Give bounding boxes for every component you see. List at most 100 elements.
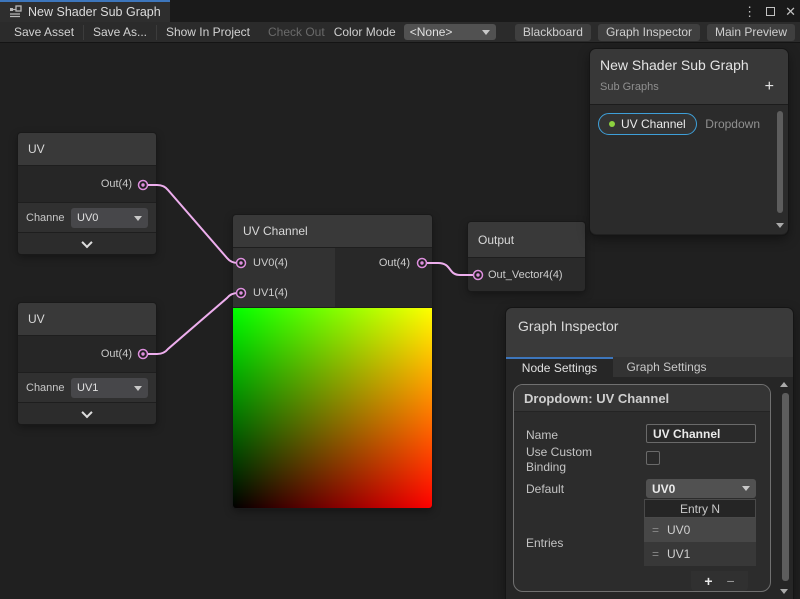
blackboard-header: New Shader Sub Graph Sub Graphs + <box>590 49 788 105</box>
entry-row-uv1[interactable]: = UV1 <box>644 542 756 566</box>
inspector-header: Graph Inspector <box>506 308 793 357</box>
node-collapse-button[interactable] <box>18 403 156 424</box>
property-name: UV Channel <box>621 117 686 131</box>
show-in-project-button[interactable]: Show In Project <box>157 22 259 43</box>
shader-graph-icon <box>8 5 22 19</box>
output-port-label: Out(4) <box>379 248 410 278</box>
node-output[interactable]: Output Out_Vector4(4) <box>468 222 585 291</box>
window-tab-bar: New Shader Sub Graph ⋮ ✕ <box>0 0 800 22</box>
tab-graph-settings[interactable]: Graph Settings <box>613 357 720 377</box>
entry-value: UV1 <box>667 547 690 561</box>
scroll-up-icon[interactable] <box>780 382 788 387</box>
blackboard-body: UV Channel Dropdown <box>590 105 788 234</box>
node-uv-channel[interactable]: UV Channel UV0(4) UV1(4) Out(4) <box>233 215 432 508</box>
node-title[interactable]: UV <box>18 303 156 336</box>
entries-list-footer: + − <box>691 571 748 591</box>
scroll-down-icon[interactable] <box>776 223 784 228</box>
drag-handle-icon[interactable]: = <box>652 523 659 537</box>
color-mode-value: <None> <box>410 25 453 39</box>
port-label: Out(4) <box>101 178 132 190</box>
dropdown-settings-section: Dropdown: UV Channel Name UV Channel Use… <box>513 384 771 592</box>
node-title[interactable]: Output <box>468 222 585 258</box>
entries-label: Entries <box>526 536 563 550</box>
channel-label: Channe <box>26 382 65 394</box>
blackboard-subtitle: Sub Graphs <box>600 81 659 93</box>
save-as-button[interactable]: Save As... <box>84 22 156 43</box>
output-port-row: Out_Vector4(4) <box>468 258 585 291</box>
shader-graph-tab[interactable]: New Shader Sub Graph <box>0 0 170 22</box>
color-mode-dropdown[interactable]: <None> <box>404 24 496 40</box>
node-uv-top[interactable]: UV Out(4) Channe UV0 <box>18 133 156 254</box>
channel-row: Channe UV1 <box>18 373 156 403</box>
edge-uvtop-to-uv0[interactable] <box>143 185 241 263</box>
maximize-icon[interactable] <box>766 7 775 16</box>
blackboard-title: New Shader Sub Graph <box>600 57 778 73</box>
close-icon[interactable]: ✕ <box>785 5 796 18</box>
channel-row: Channe UV0 <box>18 203 156 233</box>
graph-toolbar: Save Asset Save As... Show In Project Ch… <box>0 22 800 43</box>
graph-inspector-toggle-button[interactable]: Graph Inspector <box>598 24 700 41</box>
edge-uvbottom-to-uv1[interactable] <box>143 293 241 354</box>
default-dropdown[interactable]: UV0 <box>646 479 756 498</box>
chevron-down-icon <box>134 216 142 221</box>
color-mode-label: Color Mode <box>334 25 404 39</box>
scroll-down-icon[interactable] <box>780 589 788 594</box>
port-label: Out(4) <box>101 348 132 360</box>
name-field-value: UV Channel <box>653 427 720 441</box>
channel-dropdown[interactable]: UV0 <box>71 208 148 228</box>
name-field[interactable]: UV Channel <box>646 424 756 443</box>
node-uv-bottom[interactable]: UV Out(4) Channe UV1 <box>18 303 156 424</box>
input-ports-column: UV0(4) UV1(4) <box>233 248 335 307</box>
input-port-uv1: UV1(4) <box>233 278 335 308</box>
node-title[interactable]: UV Channel <box>233 215 432 248</box>
inspector-content: Dropdown: UV Channel Name UV Channel Use… <box>506 377 793 599</box>
save-asset-button[interactable]: Save Asset <box>5 22 83 43</box>
section-title: Dropdown: UV Channel <box>514 385 770 412</box>
drag-handle-icon[interactable]: = <box>652 547 659 561</box>
chevron-down-icon <box>134 386 142 391</box>
add-property-button[interactable]: + <box>765 79 778 95</box>
default-label: Default <box>526 482 564 496</box>
channel-dropdown-value: UV1 <box>77 382 98 394</box>
check-out-button: Check Out <box>259 22 334 43</box>
blackboard-toggle-button[interactable]: Blackboard <box>515 24 591 41</box>
add-entry-button[interactable]: + <box>704 574 712 588</box>
exposed-dot-icon <box>609 121 615 127</box>
use-custom-binding-checkbox[interactable] <box>646 451 660 465</box>
remove-entry-button[interactable]: − <box>727 574 735 588</box>
entry-row-uv0[interactable]: = UV0 <box>644 518 756 542</box>
channel-dropdown-value: UV0 <box>77 212 98 224</box>
node-title[interactable]: UV <box>18 133 156 166</box>
blackboard-scrollbar[interactable] <box>777 111 783 213</box>
name-label: Name <box>526 428 558 442</box>
channel-dropdown[interactable]: UV1 <box>71 378 148 398</box>
inspector-scrollbar[interactable] <box>782 393 789 581</box>
tab-node-settings[interactable]: Node Settings <box>506 357 613 377</box>
uv-gradient-preview <box>233 308 432 508</box>
property-type: Dropdown <box>705 117 760 131</box>
chevron-down-icon <box>742 486 750 491</box>
default-dropdown-value: UV0 <box>652 482 675 496</box>
node-port-row: Out(4) <box>18 336 156 373</box>
input-port-uv0: UV0(4) <box>233 248 335 278</box>
chevron-down-icon <box>81 236 92 247</box>
output-ports-column: Out(4) <box>335 248 432 307</box>
graph-inspector-panel: Graph Inspector Node Settings Graph Sett… <box>506 308 793 599</box>
tab-title: New Shader Sub Graph <box>28 5 161 19</box>
blackboard-panel: New Shader Sub Graph Sub Graphs + UV Cha… <box>590 49 788 235</box>
node-collapse-button[interactable] <box>18 233 156 254</box>
channel-label: Channe <box>26 212 65 224</box>
entries-column-header: Entry N <box>644 499 756 518</box>
node-body: UV0(4) UV1(4) Out(4) <box>233 248 432 308</box>
inspector-title: Graph Inspector <box>518 318 781 334</box>
property-pill-uv-channel[interactable]: UV Channel <box>598 113 697 135</box>
main-preview-toggle-button[interactable]: Main Preview <box>707 24 795 41</box>
entry-value: UV0 <box>667 523 690 537</box>
property-row: UV Channel Dropdown <box>598 113 778 135</box>
shader-graph-window: UV Out(4) Channe UV0 UV Out(4) Channe UV… <box>0 0 800 599</box>
node-port-row: Out(4) <box>18 166 156 203</box>
use-custom-binding-label: Use Custom Binding <box>526 445 626 475</box>
more-menu-icon[interactable]: ⋮ <box>743 5 756 18</box>
chevron-down-icon <box>482 30 490 35</box>
window-controls: ⋮ ✕ <box>743 0 796 22</box>
